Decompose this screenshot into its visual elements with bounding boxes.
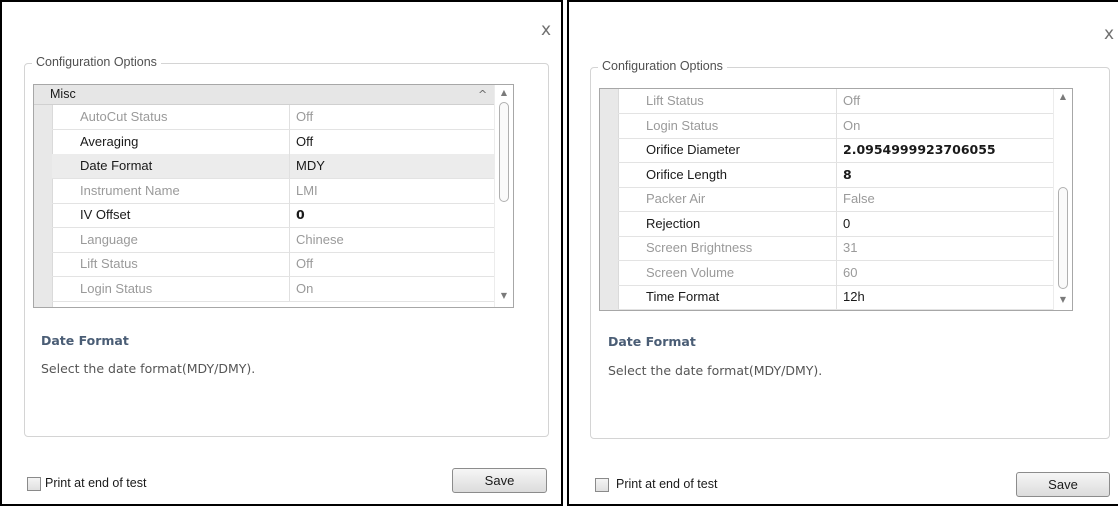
- property-name: Screen Brightness: [618, 236, 837, 260]
- property-value[interactable]: Chinese: [290, 228, 513, 252]
- property-name: Orifice Length: [618, 162, 837, 187]
- property-row[interactable]: AutoCut Status Off: [52, 105, 513, 130]
- property-row[interactable]: Packer Air False: [618, 187, 1072, 212]
- property-name: Lift Status: [52, 252, 290, 276]
- property-name: Averaging: [52, 129, 290, 154]
- property-value[interactable]: 0: [290, 203, 513, 227]
- property-value[interactable]: 2.0954999923706055: [837, 138, 1072, 162]
- property-row[interactable]: Lift Status Off: [52, 252, 513, 277]
- property-name: Lift Status: [618, 89, 837, 113]
- property-name: Time Format: [618, 285, 837, 309]
- group-label: Configuration Options: [598, 59, 727, 73]
- property-value[interactable]: 31: [837, 236, 1072, 260]
- property-value[interactable]: 8: [837, 163, 1072, 187]
- print-at-end-checkbox[interactable]: [595, 478, 609, 492]
- property-grid[interactable]: Misc ^ AutoCut Status Off Averaging Off Date…: [33, 84, 514, 308]
- vertical-scrollbar[interactable]: ▲ ▼: [494, 85, 513, 307]
- description-text: Select the date format(MDY/DMY).: [41, 361, 256, 376]
- property-value[interactable]: 12h: [837, 285, 1072, 309]
- property-name: Date Format: [52, 154, 290, 178]
- description-title: Date Format: [608, 334, 696, 349]
- property-name: Rejection: [618, 211, 837, 236]
- property-value[interactable]: False: [837, 187, 1072, 211]
- scroll-down-arrow-icon[interactable]: ▼: [495, 291, 513, 300]
- property-row[interactable]: Averaging Off: [52, 129, 513, 155]
- property-value[interactable]: MDY: [290, 154, 513, 178]
- property-value[interactable]: Off: [290, 105, 513, 129]
- property-row[interactable]: IV Offset 0: [52, 203, 513, 228]
- property-grid[interactable]: Lift Status Off Login Status On Orifice Diam…: [599, 88, 1073, 311]
- property-value[interactable]: On: [837, 114, 1072, 138]
- print-at-end-label: Print at end of test: [616, 477, 718, 491]
- property-name: IV Offset: [52, 203, 290, 227]
- property-value[interactable]: Off: [290, 252, 513, 276]
- property-value[interactable]: Off: [290, 130, 513, 154]
- property-name: Instrument Name: [52, 178, 290, 203]
- property-value[interactable]: LMI: [290, 179, 513, 203]
- scroll-down-arrow-icon[interactable]: ▼: [1054, 295, 1072, 304]
- property-name: Packer Air: [618, 187, 837, 211]
- config-dialog-left: x Configuration Options Misc ^ AutoCut S…: [0, 0, 563, 506]
- print-at-end-checkbox[interactable]: [27, 477, 41, 491]
- property-name: Login Status: [52, 276, 290, 301]
- property-row[interactable]: Login Status On: [52, 276, 513, 302]
- close-icon[interactable]: x: [541, 20, 551, 40]
- property-name: Language: [52, 227, 290, 252]
- save-button[interactable]: Save: [1016, 472, 1110, 497]
- property-name: Screen Volume: [618, 260, 837, 285]
- config-dialog-right: x Configuration Options Lift Status Off Lo…: [567, 0, 1118, 506]
- scroll-up-arrow-icon[interactable]: ▲: [495, 88, 513, 97]
- vertical-scrollbar[interactable]: ▲ ▼: [1053, 89, 1072, 310]
- grid-row-header-strip: [34, 85, 53, 307]
- save-button[interactable]: Save: [452, 468, 547, 493]
- property-row[interactable]: Date Format MDY: [52, 154, 513, 179]
- property-value[interactable]: Off: [837, 89, 1072, 113]
- configuration-options-group: Configuration Options Lift Status Off Logi…: [590, 59, 1110, 439]
- group-label: Configuration Options: [32, 55, 161, 69]
- scrollbar-thumb[interactable]: [1058, 187, 1068, 289]
- category-label: Misc: [50, 87, 76, 101]
- property-row[interactable]: Screen Volume 60: [618, 260, 1072, 286]
- description-text: Select the date format(MDY/DMY).: [608, 363, 823, 378]
- property-row[interactable]: Login Status On: [618, 113, 1072, 139]
- scroll-up-arrow-icon[interactable]: ▲: [1054, 92, 1072, 101]
- print-at-end-label: Print at end of test: [45, 476, 147, 490]
- property-name: Login Status: [618, 113, 837, 138]
- property-row[interactable]: Language Chinese: [52, 227, 513, 253]
- collapse-chevron-icon[interactable]: ^: [478, 85, 487, 104]
- property-name: AutoCut Status: [52, 105, 290, 129]
- property-row[interactable]: Screen Brightness 31: [618, 236, 1072, 261]
- property-row[interactable]: Orifice Diameter 2.0954999923706055: [618, 138, 1072, 163]
- close-icon[interactable]: x: [1104, 24, 1114, 44]
- grid-row-header-strip: [600, 89, 619, 310]
- property-name: Orifice Diameter: [618, 138, 837, 162]
- property-value[interactable]: 0: [837, 212, 1072, 236]
- property-row[interactable]: Instrument Name LMI: [52, 178, 513, 204]
- property-row[interactable]: Lift Status Off: [618, 89, 1072, 114]
- property-row[interactable]: Rejection 0: [618, 211, 1072, 237]
- property-value[interactable]: 60: [837, 261, 1072, 285]
- property-row[interactable]: Orifice Length 8: [618, 162, 1072, 188]
- property-value[interactable]: On: [290, 277, 513, 301]
- property-row[interactable]: Time Format 12h: [618, 285, 1072, 310]
- scrollbar-thumb[interactable]: [499, 102, 509, 202]
- category-header-misc[interactable]: Misc ^: [34, 85, 495, 105]
- configuration-options-group: Configuration Options Misc ^ AutoCut Sta…: [24, 55, 549, 437]
- description-title: Date Format: [41, 333, 129, 348]
